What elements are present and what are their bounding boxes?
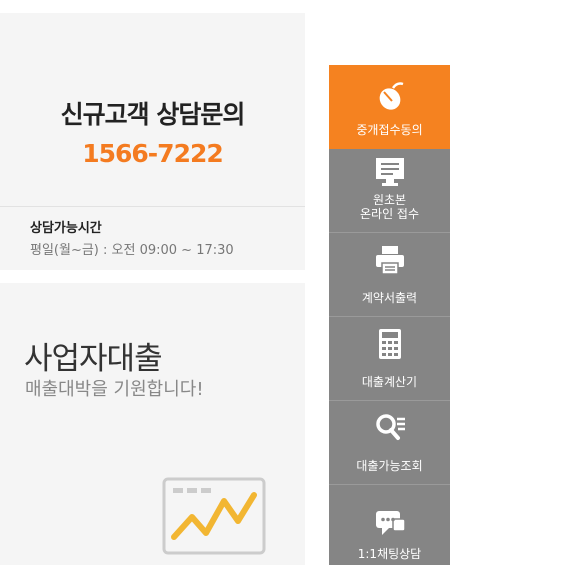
quick-item-label-line2: 온라인 접수 <box>359 207 419 221</box>
quick-item-contract-print[interactable]: 계약서출력 <box>329 233 450 317</box>
quick-item-label: 중개접수동의 <box>356 123 423 137</box>
mouse-icon <box>379 82 404 110</box>
quick-item-online-doc[interactable]: 원초본 온라인 접수 <box>329 149 450 233</box>
calculator-icon <box>379 329 401 359</box>
quick-item-label: 1:1채팅상담 <box>357 547 422 561</box>
hours-value: 평일(월~금) : 오전 09:00 ~ 17:30 <box>30 243 234 258</box>
quick-item-label: 대출계산기 <box>361 375 418 389</box>
quick-item-loan-eligibility[interactable]: 대출가능조회 <box>329 401 450 485</box>
loan-banner[interactable]: 사업자대출 매출대박을 기원합니다! <box>0 283 305 565</box>
quick-item-label: 대출가능조회 <box>356 459 423 473</box>
consult-card: 신규고객 상담문의 1566-7222 상담가능시간 평일(월~금) : 오전 … <box>0 13 305 270</box>
divider <box>0 206 305 207</box>
quick-menu: 중개접수동의 원초본 온라인 접수 계약서출력 대출계산기 대출가능조회 1:1… <box>329 65 450 565</box>
quick-item-chat[interactable]: 1:1채팅상담 <box>329 485 450 565</box>
loan-title: 사업자대출 <box>24 341 163 377</box>
loan-subtitle: 매출대박을 기원합니다! <box>25 379 204 400</box>
quick-item-broker-consent[interactable]: 중개접수동의 <box>329 65 450 149</box>
quick-item-label: 원초본 <box>372 193 407 207</box>
search-list-icon <box>376 414 405 440</box>
consult-title: 신규고객 상담문의 <box>60 100 246 129</box>
quick-item-loan-calculator[interactable]: 대출계산기 <box>329 317 450 401</box>
quick-item-label: 계약서출력 <box>361 291 418 305</box>
hours-label: 상담가능시간 <box>30 221 102 236</box>
consult-phone-number[interactable]: 1566-7222 <box>0 139 305 168</box>
printer-icon <box>376 246 404 275</box>
monitor-icon <box>376 158 404 186</box>
growth-chart-icon <box>162 477 266 555</box>
chat-icon <box>376 511 406 535</box>
